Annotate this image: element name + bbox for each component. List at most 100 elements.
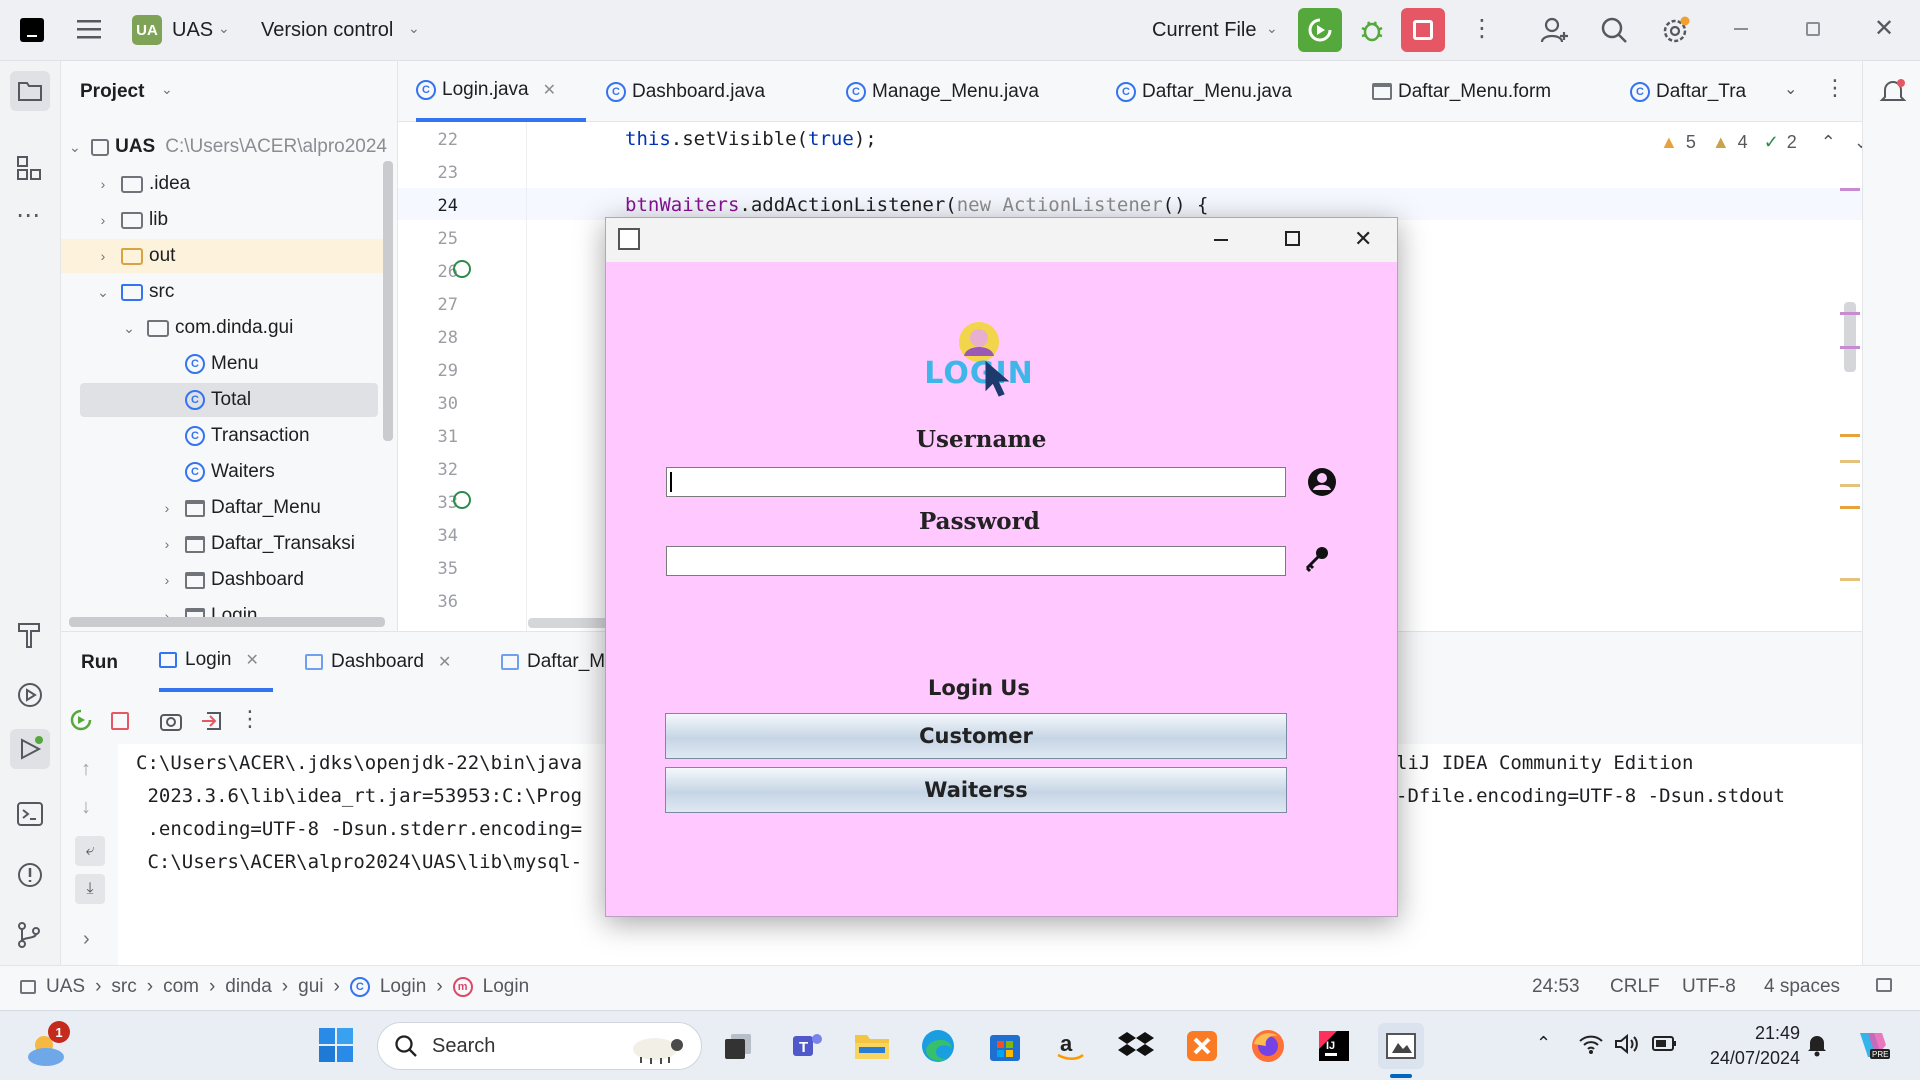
breadcrumb-item[interactable]: gui [298,976,323,998]
run-panel-title[interactable]: Run [81,652,118,674]
tree-item-form[interactable]: › Daftar_Menu [157,491,397,525]
tab-daftar-menu-java[interactable]: C Daftar_Menu.java [1116,61,1292,122]
file-explorer-icon[interactable] [849,1023,895,1069]
wifi-icon[interactable] [1578,1033,1604,1055]
breadcrumb-item[interactable]: Login [380,976,427,998]
minimize-window-icon[interactable] [1734,28,1748,30]
terminal-icon[interactable] [16,801,44,827]
tree-item-folder[interactable]: ⌄ src [93,275,397,309]
run-tab-daftar[interactable]: Daftar_M [501,632,605,692]
next-highlight-icon[interactable]: ⌄ [1854,132,1862,153]
more-tools-icon[interactable]: ⋯ [16,201,40,230]
teams-icon[interactable]: T [784,1023,830,1069]
tree-item-folder-excluded[interactable]: › out [61,239,391,273]
tree-item-form[interactable]: › Daftar_Transaksi [157,527,397,561]
tab-daftar-transaksi[interactable]: C Daftar_Tra [1630,61,1746,122]
chevron-right-icon[interactable]: › [93,176,113,192]
password-input[interactable] [666,546,1286,576]
breadcrumb-item[interactable]: UAS [46,976,85,998]
notifications-bell-icon[interactable] [1879,77,1907,105]
main-menu-icon[interactable] [76,18,102,40]
task-view-icon[interactable] [715,1023,761,1069]
camera-dump-icon[interactable] [159,710,183,732]
run-config-selector[interactable]: Current File [1152,19,1256,42]
microsoft-store-icon[interactable] [982,1023,1028,1069]
waiterss-button[interactable]: Waiterss [665,767,1287,813]
problems-icon[interactable] [16,861,44,889]
taskbar-search-box[interactable]: Search [377,1022,702,1070]
start-windows-icon[interactable] [318,1027,354,1063]
settings-gear-icon[interactable] [1660,16,1690,46]
intellij-idea-icon[interactable]: IJ [1311,1023,1357,1069]
read-only-lock-icon[interactable] [1876,978,1892,992]
tree-item-package[interactable]: ⌄ com.dinda.gui [119,311,397,345]
tab-manage-menu-java[interactable]: C Manage_Menu.java [846,61,1039,122]
exit-icon[interactable] [199,710,223,732]
build-hammer-icon[interactable] [16,621,42,649]
services-icon[interactable] [16,681,44,709]
version-control-menu[interactable]: Version control [261,19,393,42]
notification-bell-icon[interactable] [1806,1033,1828,1057]
inspection-widget[interactable]: ▲ 5 ▲ 4 ✓ 2 ⌃ ⌄ [1660,132,1862,153]
chevron-down-icon[interactable]: ⌄ [161,81,173,98]
tree-item-class-selected[interactable]: C Total [80,383,378,417]
project-name[interactable]: UAS [172,19,213,42]
chevron-right-icon[interactable]: › [93,248,113,264]
chevron-down-icon[interactable]: ⌄ [1266,20,1278,37]
tree-item-form[interactable]: › Dashboard [157,563,397,597]
restore-window-icon[interactable] [1806,22,1820,36]
show-hidden-icons-chevron[interactable]: ⌃ [1536,1033,1551,1054]
scroll-down-icon[interactable]: ↓ [81,796,91,819]
dialog-maximize-icon[interactable] [1285,231,1300,246]
customer-button[interactable]: Customer [665,713,1287,759]
horizontal-scrollbar[interactable] [69,617,385,627]
tab-login-java[interactable]: C Login.java ✕ [416,61,586,122]
intellij-logo-icon[interactable] [20,18,44,42]
chevron-right-icon[interactable]: › [83,928,90,951]
run-tab-dashboard[interactable]: Dashboard ✕ [305,632,451,692]
indent-setting[interactable]: 4 spaces [1764,976,1840,998]
username-input[interactable] [666,467,1286,497]
close-window-icon[interactable]: ✕ [1874,14,1894,43]
tree-item-class[interactable]: C Transaction [185,419,397,453]
stop-icon[interactable] [111,712,129,730]
search-icon[interactable] [1600,16,1628,44]
java-app-taskbar-icon[interactable] [1378,1023,1424,1069]
file-encoding[interactable]: UTF-8 [1682,976,1736,998]
structure-icon[interactable] [16,155,42,181]
breadcrumb-item[interactable]: Login [483,976,530,998]
breadcrumb-item[interactable]: com [163,976,199,998]
amazon-icon[interactable]: a [1047,1023,1093,1069]
vertical-scrollbar[interactable] [383,161,393,441]
tree-item-module[interactable]: ⌄ UAS C:\Users\ACER\alpro2024 [67,130,387,164]
dialog-close-icon[interactable]: ✕ [1354,226,1372,252]
previous-highlight-icon[interactable]: ⌃ [1821,132,1836,153]
xampp-icon[interactable] [1179,1023,1225,1069]
dialog-minimize-icon[interactable] [1214,239,1228,241]
clock[interactable]: 21:49 24/07/2024 [1690,1021,1800,1071]
tabs-dropdown-icon[interactable]: ⌄ [1784,79,1797,99]
edge-browser-icon[interactable] [915,1023,961,1069]
project-panel-title[interactable]: Project [80,81,144,103]
tree-item-class[interactable]: C Menu [185,347,397,381]
tab-dashboard-java[interactable]: C Dashboard.java [606,61,765,122]
chevron-expanded-icon[interactable]: ⌄ [93,284,113,301]
debug-icon[interactable] [1358,16,1386,44]
close-tab-icon[interactable]: ✕ [438,652,451,672]
firefox-icon[interactable] [1245,1023,1291,1069]
line-separator[interactable]: CRLF [1610,976,1660,998]
more-actions-icon[interactable]: ⋮ [239,706,261,732]
chevron-right-icon[interactable]: › [157,500,177,516]
add-user-icon[interactable] [1540,16,1568,44]
chevron-right-icon[interactable]: › [157,536,177,552]
scroll-to-end-icon[interactable]: ⤓ [75,874,105,904]
battery-icon[interactable] [1652,1035,1678,1053]
chevron-right-icon[interactable]: › [93,212,113,228]
implements-gutter-icon[interactable] [453,491,471,509]
git-branch-icon[interactable] [16,921,42,949]
dropbox-icon[interactable] [1113,1023,1159,1069]
chevron-right-icon[interactable]: › [157,572,177,588]
run-tool-icon[interactable] [10,729,50,769]
close-tab-icon[interactable]: ✕ [543,80,556,100]
chevron-down-icon[interactable]: ⌄ [218,20,230,37]
